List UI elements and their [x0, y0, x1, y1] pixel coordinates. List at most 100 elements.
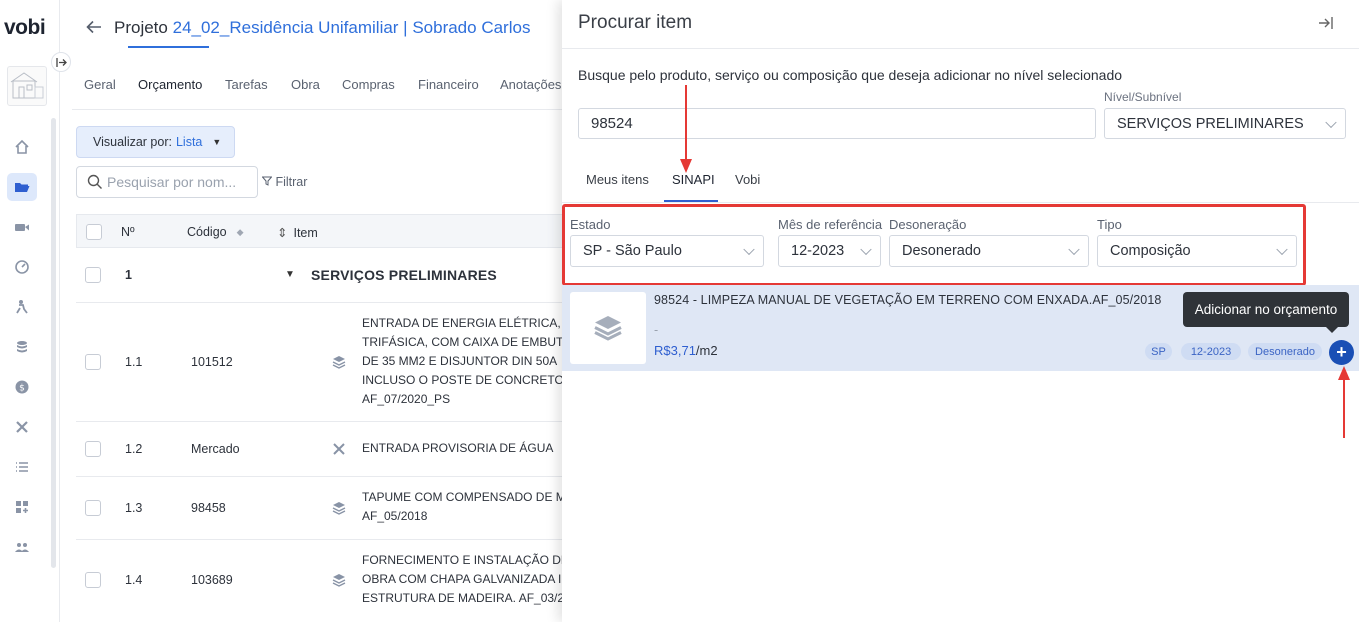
drawer-header: Procurar item — [562, 0, 1359, 49]
chevron-down-icon — [743, 243, 755, 256]
row-item-description: FORNECIMENTO E INSTALAÇÃO DE OBRA COM CH… — [362, 551, 566, 608]
close-drawer-icon[interactable] — [1317, 14, 1335, 32]
tools-icon[interactable] — [7, 413, 37, 441]
desoneracao-select[interactable]: Desonerado — [889, 235, 1089, 267]
table-row[interactable]: 1.2 Mercado ENTRADA PROVISORIA DE ÁGUA — [76, 422, 566, 477]
table-group-row[interactable]: 1 ▼ SERVIÇOS PRELIMINARES — [76, 248, 566, 303]
search-icon — [87, 174, 102, 189]
header-code[interactable]: Código ◆ — [187, 225, 244, 239]
filter-button[interactable]: Filtrar — [261, 175, 308, 189]
sidebar-collapse-button[interactable] — [51, 52, 71, 72]
row-code: 103689 — [191, 573, 233, 587]
add-to-budget-button[interactable]: + — [1329, 340, 1354, 365]
view-mode-value: Lista — [175, 135, 203, 149]
layers-icon — [594, 316, 622, 341]
tab-anotacoes[interactable]: Anotações — [500, 77, 561, 92]
mes-referencia-value: 12-2023 — [791, 243, 845, 259]
table-row[interactable]: 1.1 101512 ENTRADA DE ENERGIA ELÉTRICA, … — [76, 303, 566, 422]
sidebar: vobi $ — [0, 0, 60, 622]
row-checkbox[interactable] — [85, 500, 101, 516]
caret-down-icon[interactable]: ▼ — [285, 269, 295, 280]
select-all-checkbox[interactable] — [86, 224, 102, 240]
mes-referencia-select[interactable]: 12-2023 — [778, 235, 881, 267]
row-num: 1.2 — [125, 442, 143, 456]
tab-orcamento[interactable]: Orçamento — [138, 77, 202, 92]
filter-label: Filtrar — [275, 175, 308, 189]
table-row[interactable]: 1.3 98458 TAPUME COM COMPENSADO DE M AF_… — [76, 477, 566, 540]
team-icon[interactable] — [7, 533, 37, 561]
tab-geral[interactable]: Geral — [84, 77, 116, 92]
house-illustration-icon — [10, 72, 44, 99]
coins-stack-icon[interactable] — [7, 333, 37, 361]
chevron-down-icon — [1068, 243, 1080, 256]
drawer-description: Busque pelo produto, serviço ou composiç… — [578, 67, 1123, 83]
tab-sinapi[interactable]: SINAPI — [672, 172, 715, 187]
back-arrow-icon[interactable] — [86, 18, 102, 39]
drawer-title: Procurar item — [578, 12, 693, 33]
desoneracao-value: Desonerado — [902, 243, 981, 259]
tab-meus-itens[interactable]: Meus itens — [586, 172, 649, 187]
folder-open-icon[interactable] — [7, 173, 37, 201]
home-icon[interactable] — [7, 133, 37, 161]
group-num: 1 — [125, 268, 132, 282]
app-logo[interactable]: vobi — [4, 16, 46, 40]
row-item-line: TRIFÁSICA, COM CAIXA DE EMBUT — [362, 335, 564, 349]
layers-icon — [332, 355, 346, 369]
tab-vobi[interactable]: Vobi — [735, 172, 760, 187]
header-code-label: Código — [187, 225, 227, 239]
row-item-line: FORNECIMENTO E INSTALAÇÃO DE — [362, 553, 566, 567]
row-item-description: TAPUME COM COMPENSADO DE M AF_05/2018 — [362, 488, 566, 526]
tab-tarefas[interactable]: Tarefas — [225, 77, 268, 92]
row-item-line: ESTRUTURA DE MADEIRA. AF_03/2 — [362, 591, 565, 605]
table-row[interactable]: 1.4 103689 FORNECIMENTO E INSTALAÇÃO DE … — [76, 540, 566, 622]
tab-obra[interactable]: Obra — [291, 77, 320, 92]
search-item-drawer: Procurar item Busque pelo produto, servi… — [562, 0, 1359, 622]
row-item-description: ENTRADA PROVISORIA DE ÁGUA — [362, 439, 566, 458]
chevron-down-icon — [860, 243, 872, 256]
tab-compras[interactable]: Compras — [342, 77, 395, 92]
video-camera-icon[interactable] — [7, 213, 37, 241]
header-num[interactable]: Nº — [121, 225, 135, 239]
sort-icon[interactable]: ◆ — [237, 227, 244, 238]
row-item-line: OBRA COM CHAPA GALVANIZADA I — [362, 572, 562, 586]
estado-value: SP - São Paulo — [583, 243, 682, 259]
worker-icon[interactable] — [7, 293, 37, 321]
view-mode-dropdown[interactable]: Visualizar por: Lista ▼ — [76, 126, 235, 158]
row-checkbox[interactable] — [85, 441, 101, 457]
tab-financeiro[interactable]: Financeiro — [418, 77, 479, 92]
table-search-input[interactable]: Pesquisar por nom... — [76, 166, 258, 198]
nivel-label: Nível/Subnível — [1104, 90, 1182, 104]
project-name[interactable]: 24_02_Residência Unifamiliar | Sobrado C… — [173, 18, 531, 37]
header-item[interactable]: ⇕ Item — [277, 225, 318, 240]
row-checkbox[interactable] — [85, 354, 101, 370]
item-search-input[interactable]: 98524 — [578, 108, 1096, 139]
estado-select[interactable]: SP - São Paulo — [570, 235, 764, 267]
drawer-tabs-divider — [562, 202, 1359, 203]
project-thumbnail[interactable] — [7, 66, 47, 106]
tipo-select[interactable]: Composição — [1097, 235, 1297, 267]
gauge-icon[interactable] — [7, 253, 37, 281]
layers-icon — [332, 501, 346, 515]
list-icon[interactable] — [7, 453, 37, 481]
mes-referencia-label: Mês de referência — [778, 217, 883, 232]
project-prefix: Projeto — [114, 18, 168, 37]
result-price-value: R$3,71 — [654, 343, 696, 358]
add-to-budget-tooltip: Adicionar no orçamento — [1183, 292, 1349, 333]
dollar-coin-icon[interactable]: $ — [7, 373, 37, 401]
sidebar-scrollbar[interactable] — [51, 118, 56, 568]
row-checkbox[interactable] — [85, 572, 101, 588]
apps-add-icon[interactable] — [7, 493, 37, 521]
expand-collapse-icon[interactable]: ⇕ — [277, 226, 287, 240]
row-item-line: AF_07/2020_PS — [362, 392, 451, 406]
row-checkbox[interactable] — [85, 267, 101, 283]
row-item-line: ENTRADA PROVISORIA DE ÁGUA — [362, 441, 554, 455]
header-item-label: Item — [293, 226, 318, 240]
chip-estado: SP — [1145, 343, 1172, 360]
nivel-select[interactable]: SERVIÇOS PRELIMINARES — [1104, 108, 1346, 139]
estado-label: Estado — [570, 217, 611, 232]
project-tabs: Geral Orçamento Tarefas Obra Compras Fin… — [72, 60, 572, 110]
chevron-down-icon — [1276, 243, 1288, 256]
result-unit: /m2 — [695, 343, 718, 358]
group-title: SERVIÇOS PRELIMINARES — [311, 267, 497, 283]
table-header: Nº Código ◆ ⇕ Item — [76, 214, 566, 248]
